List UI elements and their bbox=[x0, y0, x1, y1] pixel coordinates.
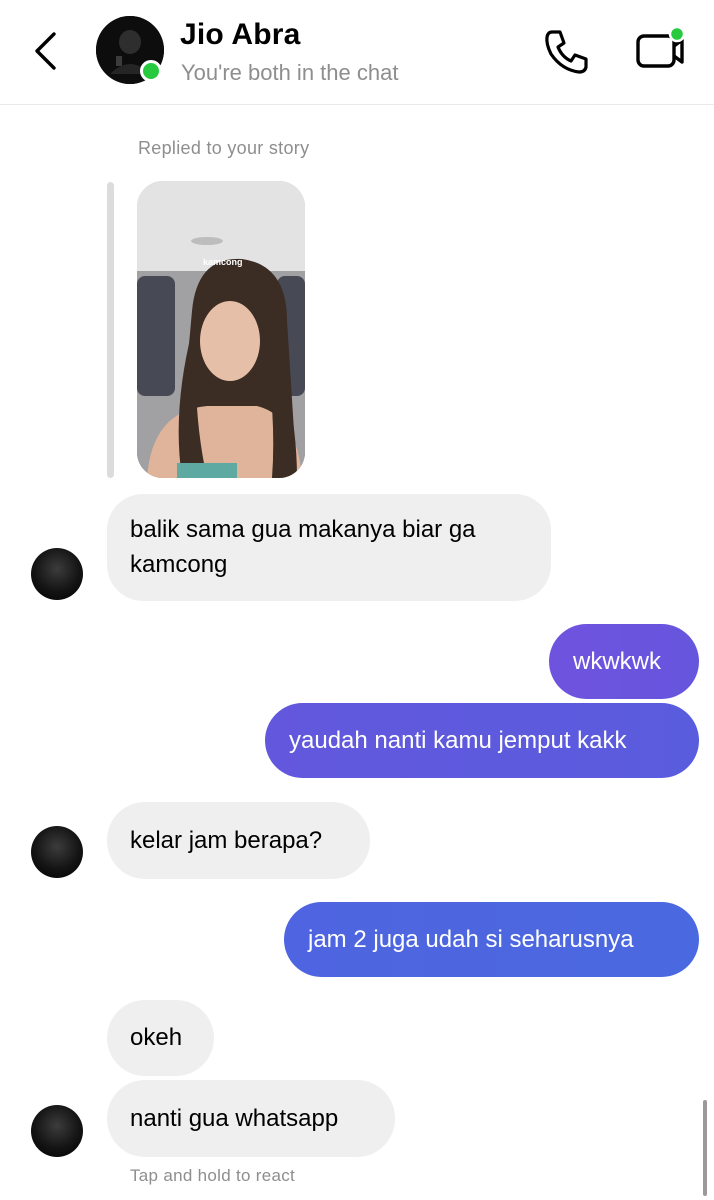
contact-name[interactable]: Jio Abra bbox=[180, 18, 301, 52]
voice-call-button[interactable] bbox=[542, 26, 592, 76]
message-bubble-incoming[interactable]: kelar jam berapa? bbox=[107, 802, 370, 879]
story-reply-label: Replied to your story bbox=[138, 138, 310, 158]
react-hint: Tap and hold to react bbox=[130, 1166, 296, 1185]
back-button[interactable] bbox=[28, 28, 64, 74]
message-bubble-incoming[interactable]: nanti gua whatsapp bbox=[107, 1080, 395, 1157]
sender-avatar[interactable] bbox=[31, 548, 83, 600]
phone-icon bbox=[545, 30, 588, 74]
contact-status: You're both in the chat bbox=[181, 60, 399, 85]
chevron-left-icon bbox=[35, 32, 56, 70]
message-bubble-incoming[interactable]: balik sama gua makanya biar ga kamcong bbox=[107, 494, 551, 601]
sender-avatar[interactable] bbox=[31, 826, 83, 878]
scrollbar[interactable] bbox=[703, 1100, 707, 1196]
story-image bbox=[137, 181, 305, 478]
story-caption: kamcong bbox=[203, 257, 243, 267]
message-text: kamcong bbox=[130, 551, 228, 578]
reply-indicator-bar bbox=[107, 182, 114, 478]
message-bubble-outgoing[interactable]: jam 2 juga udah si seharusnya bbox=[284, 902, 699, 977]
message-bubble-incoming[interactable]: okeh bbox=[107, 1000, 214, 1076]
message-bubble-outgoing[interactable]: yaudah nanti kamu jemput kakk bbox=[265, 703, 699, 778]
sender-avatar[interactable] bbox=[31, 1105, 83, 1157]
message-text: balik sama gua makanya biar ga bbox=[130, 516, 476, 543]
online-status-dot bbox=[140, 60, 162, 82]
message-bubble-outgoing[interactable]: wkwkwk bbox=[549, 624, 699, 699]
story-thumbnail[interactable]: kamcong bbox=[137, 181, 305, 478]
video-call-button[interactable] bbox=[632, 24, 688, 76]
video-camera-icon bbox=[636, 25, 686, 68]
chat-header: Jio Abra You're both in the chat bbox=[0, 0, 714, 105]
